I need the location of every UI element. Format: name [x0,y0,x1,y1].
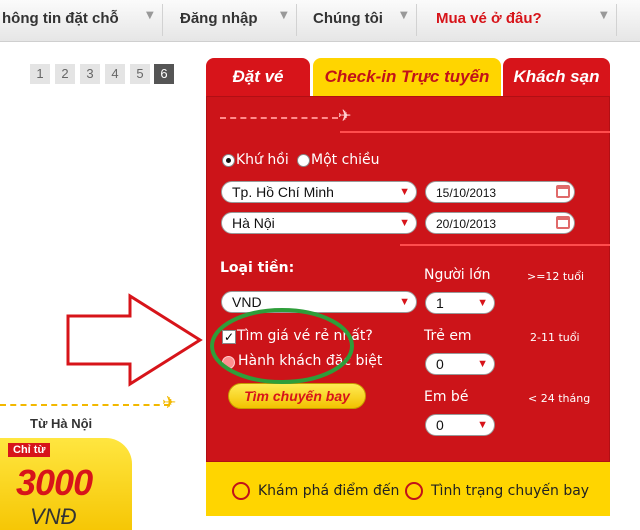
clock-icon [405,482,423,500]
chevron-down-icon: ▼ [146,10,154,21]
currency-label: Loại tiền: [220,260,295,276]
promo-origin: Từ Hà Nội [30,416,93,431]
return-date-field[interactable]: 20/10/2013 [425,212,575,234]
round-trip-radio[interactable] [222,154,235,167]
divider-line [400,244,610,246]
chevron-down-icon: ▼ [400,10,408,21]
promo-currency: VNĐ [30,504,77,529]
destination-value: Hà Nội [232,215,275,231]
route-dashed-line [220,117,338,119]
page-1-button[interactable]: 1 [30,64,50,84]
depart-date-value: 15/10/2013 [436,186,497,200]
tab-booking[interactable]: Đặt vé [206,58,310,96]
tab-checkin[interactable]: Check-in Trực tuyến [313,58,501,96]
origin-value: Tp. Hồ Chí Minh [232,184,334,200]
chevron-down-icon: ▼ [600,10,608,21]
route-dashed-line [0,404,170,406]
price-from-label: Chỉ từ [8,443,51,457]
promo-price: 3000 [16,462,93,503]
nav-item-login[interactable]: Đăng nhập [180,0,258,40]
nav-divider [616,4,617,36]
globe-icon [232,482,250,500]
page-4-button[interactable]: 4 [105,64,125,84]
caret-down-icon: ▼ [477,297,488,309]
calendar-icon[interactable] [556,216,570,229]
adult-age-hint: >=12 tuổi [527,270,584,283]
one-way-label: Một chiều [311,152,380,168]
nav-divider [416,4,417,36]
plane-icon: ✈ [162,393,177,413]
destination-select[interactable]: Hà Nội ▼ [221,212,417,234]
special-passenger-label: Hành khách đặc biệt [238,353,383,369]
caret-down-icon: ▼ [399,217,410,229]
caret-down-icon: ▼ [477,419,488,431]
page-3-button[interactable]: 3 [80,64,100,84]
adult-count-value: 1 [436,295,444,311]
chevron-down-icon: ▼ [280,10,288,21]
nav-divider [296,4,297,36]
flight-status-link[interactable]: Tình trạng chuyến bay [431,483,589,499]
infant-count-select[interactable]: 0 ▼ [425,414,495,436]
adult-count-select[interactable]: 1 ▼ [425,292,495,314]
page-5-button[interactable]: 5 [130,64,150,84]
plane-icon: ✈ [338,106,352,125]
nav-item-about[interactable]: Chúng tôi [313,0,383,40]
currency-select[interactable]: VND ▼ [221,291,417,313]
page-2-button[interactable]: 2 [55,64,75,84]
round-trip-label: Khứ hồi [236,152,289,168]
explore-destinations-link[interactable]: Khám phá điểm đến [258,483,399,499]
annotation-arrow [66,293,203,387]
cheapest-fare-checkbox[interactable]: ✓ [222,330,236,344]
infant-age-hint: < 24 tháng [528,392,591,405]
cheapest-fare-label: Tìm giá vé rẻ nhất? [237,328,373,344]
top-nav: hông tin đặt chỗ ▼ Đăng nhập ▼ Chúng tôi… [0,0,640,42]
nav-divider [162,4,163,36]
caret-down-icon: ▼ [477,358,488,370]
search-flights-button[interactable]: Tìm chuyến bay [228,383,366,409]
caret-down-icon: ▼ [399,186,410,198]
caret-down-icon: ▼ [399,296,410,308]
infant-count-value: 0 [436,417,444,433]
special-passenger-radio[interactable] [222,356,235,369]
one-way-radio[interactable] [297,154,310,167]
tab-hotel[interactable]: Khách sạn [503,58,610,96]
page-6-button[interactable]: 6 [154,64,174,84]
calendar-icon[interactable] [556,185,570,198]
nav-item-where-to-buy[interactable]: Mua vé ở đâu? [436,0,542,40]
child-age-hint: 2-11 tuổi [530,331,580,344]
child-count-select[interactable]: 0 ▼ [425,353,495,375]
child-label: Trẻ em [424,328,472,344]
nav-item-booking-info[interactable]: hông tin đặt chỗ [2,0,119,40]
child-count-value: 0 [436,356,444,372]
divider-line [340,131,610,133]
origin-select[interactable]: Tp. Hồ Chí Minh ▼ [221,181,417,203]
currency-value: VND [232,294,262,310]
depart-date-field[interactable]: 15/10/2013 [425,181,575,203]
infant-label: Em bé [424,389,469,405]
adult-label: Người lớn [424,267,491,283]
return-date-value: 20/10/2013 [436,217,497,231]
